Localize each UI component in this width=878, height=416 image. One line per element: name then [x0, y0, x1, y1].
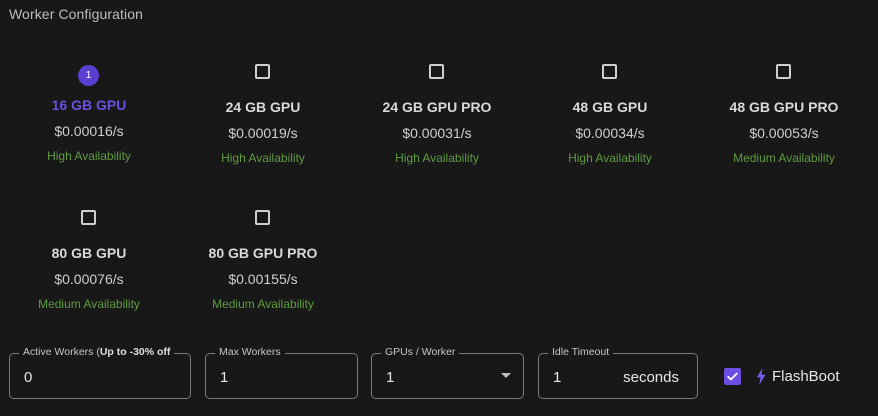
- gpus-per-worker-value[interactable]: 1: [386, 369, 394, 386]
- gpu-price: $0.00076/s: [54, 271, 124, 287]
- idle-timeout-value[interactable]: 1: [553, 369, 561, 386]
- gpu-availability: High Availability: [221, 151, 305, 165]
- gpu-price: $0.00034/s: [575, 125, 645, 141]
- gpu-availability: High Availability: [395, 151, 479, 165]
- gpus-per-worker-select[interactable]: GPUs / Worker 1: [371, 346, 524, 399]
- idle-timeout-label: Idle Timeout: [548, 346, 614, 358]
- gpu-price: $0.00019/s: [228, 125, 298, 141]
- gpu-checkbox[interactable]: [602, 64, 617, 79]
- gpu-price: $0.00016/s: [54, 123, 124, 139]
- gpu-checkbox[interactable]: [81, 210, 96, 225]
- max-workers-value[interactable]: 1: [220, 369, 228, 386]
- active-workers-value[interactable]: 0: [24, 369, 32, 386]
- gpu-price: $0.00053/s: [749, 125, 819, 141]
- gpu-name: 48 GB GPU: [572, 99, 648, 115]
- selection-order-badge: 1: [78, 65, 99, 86]
- flashboot-checkbox[interactable]: [724, 368, 741, 385]
- gpu-availability: Medium Availability: [733, 151, 835, 165]
- gpu-price: $0.00031/s: [402, 125, 472, 141]
- gpu-option-24gb-pro[interactable]: 24 GB GPU PRO $0.00031/s High Availabili…: [350, 64, 524, 165]
- gpu-checkbox[interactable]: [255, 210, 270, 225]
- gpu-checkbox[interactable]: [429, 64, 444, 79]
- gpu-option-48gb[interactable]: 48 GB GPU $0.00034/s High Availability: [523, 64, 697, 165]
- gpus-per-worker-label: GPUs / Worker: [381, 346, 460, 358]
- gpu-name: 80 GB GPU PRO: [208, 245, 318, 261]
- gpu-select-indicator[interactable]: 1: [78, 62, 100, 86]
- max-workers-label: Max Workers: [215, 346, 285, 358]
- gpu-option-48gb-pro[interactable]: 48 GB GPU PRO $0.00053/s Medium Availabi…: [697, 64, 871, 165]
- idle-timeout-field[interactable]: Idle Timeout 1 seconds: [538, 346, 698, 399]
- idle-timeout-unit: seconds: [623, 369, 679, 386]
- section-title: Worker Configuration: [9, 6, 144, 22]
- gpu-checkbox[interactable]: [776, 64, 791, 79]
- max-workers-field[interactable]: Max Workers 1: [205, 346, 358, 399]
- gpu-price: $0.00155/s: [228, 271, 298, 287]
- gpu-name: 48 GB GPU PRO: [729, 99, 839, 115]
- active-workers-field[interactable]: Active Workers (Up to -30% off 0: [9, 346, 191, 399]
- gpu-option-24gb[interactable]: 24 GB GPU $0.00019/s High Availability: [176, 64, 350, 165]
- gpu-name: 24 GB GPU PRO: [382, 99, 492, 115]
- gpu-option-80gb[interactable]: 80 GB GPU $0.00076/s Medium Availability: [2, 210, 176, 311]
- lightning-icon: [756, 368, 766, 385]
- gpu-checkbox[interactable]: [255, 64, 270, 79]
- gpu-name: 16 GB GPU: [51, 97, 127, 113]
- gpu-availability: High Availability: [47, 149, 131, 163]
- check-icon: [727, 372, 738, 381]
- gpu-option-80gb-pro[interactable]: 80 GB GPU PRO $0.00155/s Medium Availabi…: [176, 210, 350, 311]
- gpu-option-16gb[interactable]: 1 16 GB GPU $0.00016/s High Availability: [2, 62, 176, 163]
- gpu-availability: Medium Availability: [212, 297, 314, 311]
- flashboot-label: FlashBoot: [772, 368, 840, 385]
- gpu-availability: Medium Availability: [38, 297, 140, 311]
- gpu-name: 80 GB GPU: [51, 245, 127, 261]
- gpu-availability: High Availability: [568, 151, 652, 165]
- active-workers-label: Active Workers (Up to -30% off: [19, 346, 175, 358]
- dropdown-arrow-icon[interactable]: [501, 373, 511, 378]
- flashboot-toggle[interactable]: FlashBoot: [724, 368, 840, 385]
- gpu-name: 24 GB GPU: [225, 99, 301, 115]
